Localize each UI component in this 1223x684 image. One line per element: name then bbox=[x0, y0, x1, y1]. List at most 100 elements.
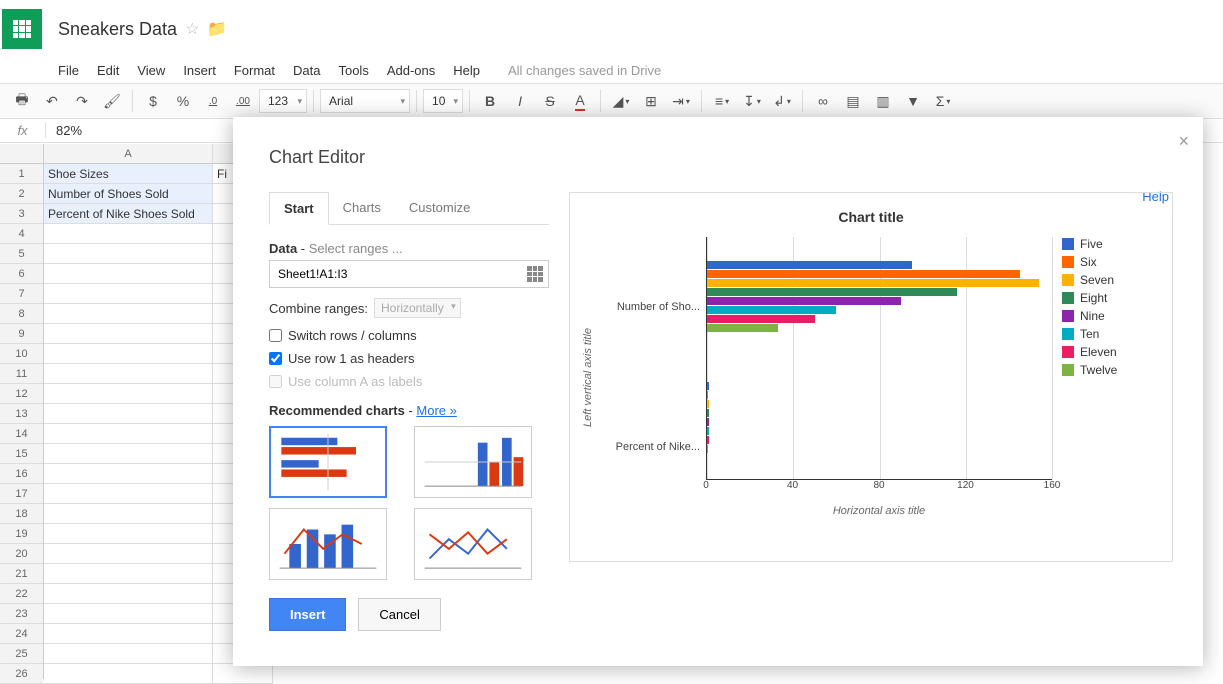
formula-bar[interactable]: 82% bbox=[46, 123, 82, 138]
cell[interactable] bbox=[44, 564, 213, 584]
tab-customize[interactable]: Customize bbox=[395, 192, 484, 224]
cell[interactable] bbox=[44, 624, 213, 644]
menu-data[interactable]: Data bbox=[293, 63, 320, 78]
menu-tools[interactable]: Tools bbox=[338, 63, 368, 78]
bold-icon[interactable]: B bbox=[476, 88, 504, 114]
tab-start[interactable]: Start bbox=[269, 192, 329, 225]
menu-insert[interactable]: Insert bbox=[183, 63, 216, 78]
row-header[interactable]: 18 bbox=[0, 504, 43, 524]
select-range-icon[interactable] bbox=[527, 266, 543, 282]
col-header-a[interactable]: A bbox=[44, 144, 213, 164]
cell[interactable] bbox=[44, 464, 213, 484]
cell[interactable] bbox=[44, 304, 213, 324]
row-header[interactable]: 8 bbox=[0, 304, 43, 324]
row-header[interactable]: 14 bbox=[0, 424, 43, 444]
row-header[interactable]: 11 bbox=[0, 364, 43, 384]
row1-headers-checkbox[interactable]: Use row 1 as headers bbox=[269, 351, 549, 366]
more-link[interactable]: More » bbox=[416, 403, 456, 418]
row-header[interactable]: 21 bbox=[0, 564, 43, 584]
row-header[interactable]: 20 bbox=[0, 544, 43, 564]
menu-addons[interactable]: Add-ons bbox=[387, 63, 435, 78]
number-format-select[interactable]: 123 bbox=[259, 89, 307, 113]
switch-rows-checkbox[interactable]: Switch rows / columns bbox=[269, 328, 549, 343]
row-header[interactable]: 22 bbox=[0, 584, 43, 604]
chart-thumb-combo[interactable] bbox=[269, 508, 387, 580]
row-header[interactable]: 13 bbox=[0, 404, 43, 424]
cell[interactable] bbox=[44, 504, 213, 524]
cell[interactable] bbox=[44, 264, 213, 284]
row-header[interactable]: 19 bbox=[0, 524, 43, 544]
menu-help[interactable]: Help bbox=[453, 63, 480, 78]
row-header[interactable]: 3 bbox=[0, 204, 43, 224]
folder-icon[interactable]: 📁 bbox=[207, 19, 227, 39]
row-header[interactable]: 23 bbox=[0, 604, 43, 624]
text-color-icon[interactable]: A bbox=[566, 88, 594, 114]
fill-color-icon[interactable]: ◢ bbox=[607, 88, 635, 114]
print-icon[interactable]: 🖶 bbox=[8, 88, 36, 114]
cell[interactable] bbox=[44, 364, 213, 384]
row-header[interactable]: 26 bbox=[0, 664, 43, 684]
cell[interactable]: Shoe Sizes bbox=[44, 164, 213, 184]
cell[interactable] bbox=[44, 244, 213, 264]
combine-select[interactable]: Horizontally bbox=[374, 298, 461, 318]
dec-decrease-icon[interactable]: .0 bbox=[199, 88, 227, 114]
sheets-logo[interactable] bbox=[2, 9, 42, 49]
insert-button[interactable]: Insert bbox=[269, 598, 346, 631]
merge-icon[interactable]: ⇥ bbox=[667, 88, 695, 114]
currency-icon[interactable]: $ bbox=[139, 88, 167, 114]
menu-view[interactable]: View bbox=[137, 63, 165, 78]
doc-title[interactable]: Sneakers Data bbox=[58, 19, 177, 40]
comment-icon[interactable]: ▤ bbox=[839, 88, 867, 114]
row-header[interactable]: 1 bbox=[0, 164, 43, 184]
cell[interactable] bbox=[44, 544, 213, 564]
row-header[interactable]: 12 bbox=[0, 384, 43, 404]
cell[interactable] bbox=[44, 484, 213, 504]
strike-icon[interactable]: S bbox=[536, 88, 564, 114]
chart-thumb-line[interactable] bbox=[414, 508, 532, 580]
row-header[interactable]: 16 bbox=[0, 464, 43, 484]
cell[interactable] bbox=[44, 324, 213, 344]
colA-labels-checkbox[interactable]: Use column A as labels bbox=[269, 374, 549, 389]
redo-icon[interactable]: ↷ bbox=[68, 88, 96, 114]
link-icon[interactable]: ∞ bbox=[809, 88, 837, 114]
row-header[interactable]: 24 bbox=[0, 624, 43, 644]
wrap-icon[interactable]: ↲ bbox=[768, 88, 796, 114]
star-icon[interactable]: ☆ bbox=[185, 19, 199, 39]
row-header[interactable]: 9 bbox=[0, 324, 43, 344]
menu-edit[interactable]: Edit bbox=[97, 63, 119, 78]
row-header[interactable]: 15 bbox=[0, 444, 43, 464]
cell[interactable] bbox=[44, 344, 213, 364]
row-header[interactable]: 10 bbox=[0, 344, 43, 364]
row-header[interactable]: 4 bbox=[0, 224, 43, 244]
paint-format-icon[interactable]: 🖌 bbox=[98, 88, 126, 114]
range-input[interactable] bbox=[269, 260, 549, 288]
cell[interactable] bbox=[44, 384, 213, 404]
cell[interactable] bbox=[44, 644, 213, 664]
row-header[interactable]: 25 bbox=[0, 644, 43, 664]
chart-thumb-hbar[interactable] bbox=[269, 426, 387, 498]
row-header[interactable]: 7 bbox=[0, 284, 43, 304]
row-header[interactable]: 5 bbox=[0, 244, 43, 264]
cell[interactable]: Percent of Nike Shoes Sold bbox=[44, 204, 213, 224]
cell[interactable]: Number of Shoes Sold bbox=[44, 184, 213, 204]
valign-icon[interactable]: ↧ bbox=[738, 88, 766, 114]
cancel-button[interactable]: Cancel bbox=[358, 598, 440, 631]
cell[interactable] bbox=[44, 664, 213, 684]
functions-icon[interactable]: Σ bbox=[929, 88, 957, 114]
cell[interactable] bbox=[44, 444, 213, 464]
font-size-select[interactable]: 10 bbox=[423, 89, 463, 113]
italic-icon[interactable]: I bbox=[506, 88, 534, 114]
close-icon[interactable]: × bbox=[1178, 131, 1189, 152]
cell[interactable] bbox=[44, 284, 213, 304]
cell[interactable] bbox=[44, 524, 213, 544]
row-header[interactable]: 2 bbox=[0, 184, 43, 204]
cell[interactable] bbox=[44, 604, 213, 624]
menu-file[interactable]: File bbox=[58, 63, 79, 78]
menu-format[interactable]: Format bbox=[234, 63, 275, 78]
tab-charts[interactable]: Charts bbox=[329, 192, 395, 224]
cell[interactable] bbox=[44, 224, 213, 244]
font-select[interactable]: Arial bbox=[320, 89, 410, 113]
halign-icon[interactable]: ≡ bbox=[708, 88, 736, 114]
percent-icon[interactable]: % bbox=[169, 88, 197, 114]
row-header[interactable]: 17 bbox=[0, 484, 43, 504]
